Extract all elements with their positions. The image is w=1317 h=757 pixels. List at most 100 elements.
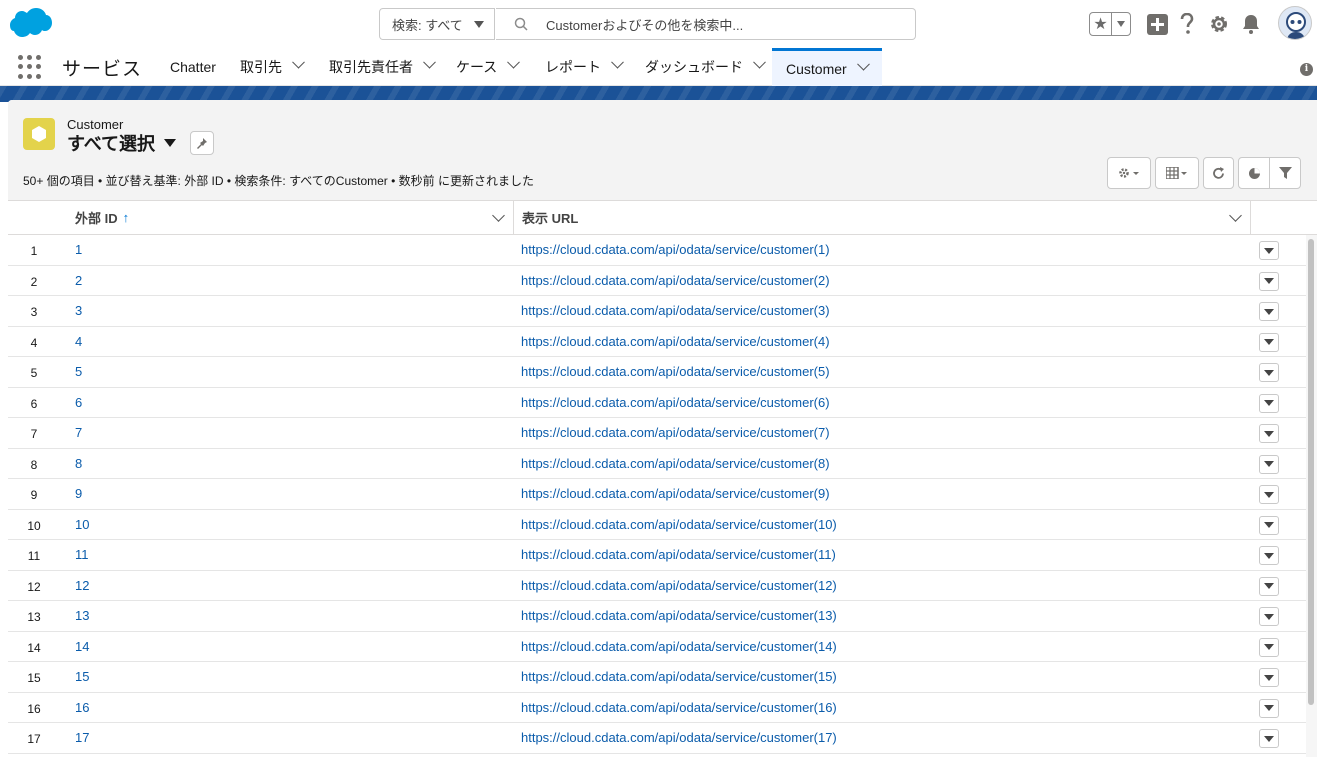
bell-icon — [1243, 15, 1259, 34]
row-actions-button[interactable] — [1259, 454, 1279, 474]
global-actions-button[interactable] — [1146, 13, 1168, 35]
display-url-link[interactable]: https://cloud.cdata.com/api/odata/servic… — [521, 547, 836, 562]
notifications-button[interactable] — [1240, 13, 1262, 35]
display-url-link[interactable]: https://cloud.cdata.com/api/odata/servic… — [521, 608, 837, 623]
external-id-link[interactable]: 11 — [75, 547, 89, 562]
search-placeholder: Customerおよびその他を検索中... — [546, 17, 744, 33]
external-id-link[interactable]: 8 — [75, 456, 82, 471]
pin-list-view-button[interactable] — [190, 131, 214, 155]
display-url-link[interactable]: https://cloud.cdata.com/api/odata/servic… — [521, 700, 837, 715]
chevron-down-icon[interactable] — [423, 55, 436, 69]
row-actions-button[interactable] — [1259, 576, 1279, 596]
chevron-down-icon[interactable] — [292, 55, 305, 69]
external-id-link[interactable]: 3 — [75, 303, 82, 318]
column-label: 表示 URL — [522, 211, 579, 226]
display-url-link[interactable]: https://cloud.cdata.com/api/odata/servic… — [521, 486, 830, 501]
tab-reports[interactable]: レポート — [545, 48, 624, 85]
favorites-menu-button[interactable] — [1112, 13, 1130, 35]
display-url-link[interactable]: https://cloud.cdata.com/api/odata/servic… — [521, 456, 830, 471]
salesforce-cloud-icon[interactable] — [10, 8, 52, 38]
display-url-link[interactable]: https://cloud.cdata.com/api/odata/servic… — [521, 242, 830, 257]
row-actions-button[interactable] — [1259, 271, 1279, 291]
display-url-link[interactable]: https://cloud.cdata.com/api/odata/servic… — [521, 730, 837, 745]
user-avatar[interactable] — [1278, 6, 1312, 40]
external-id-link[interactable]: 12 — [75, 578, 89, 593]
display-url-link[interactable]: https://cloud.cdata.com/api/odata/servic… — [521, 303, 830, 318]
chevron-down-icon[interactable] — [611, 55, 624, 69]
star-icon[interactable]: ★ — [1090, 13, 1112, 35]
display-url-link[interactable]: https://cloud.cdata.com/api/odata/servic… — [521, 639, 837, 654]
chevron-down-icon[interactable] — [507, 55, 521, 69]
display-url-link[interactable]: https://cloud.cdata.com/api/odata/servic… — [521, 517, 837, 532]
display-url-link[interactable]: https://cloud.cdata.com/api/odata/servic… — [521, 273, 830, 288]
tab-chatter[interactable]: Chatter — [170, 48, 216, 85]
row-actions-button[interactable] — [1259, 393, 1279, 413]
external-id-link[interactable]: 15 — [75, 669, 89, 684]
row-actions-button[interactable] — [1259, 546, 1279, 565]
help-button[interactable] — [1176, 13, 1198, 35]
external-id-link[interactable]: 17 — [75, 730, 89, 745]
refresh-button[interactable] — [1203, 157, 1234, 189]
row-actions-button[interactable] — [1259, 424, 1279, 443]
scrollbar-thumb[interactable] — [1308, 239, 1314, 705]
search-scope-select[interactable]: 検索: すべて — [379, 8, 495, 40]
gear-icon — [1211, 16, 1227, 32]
caret-down-icon[interactable] — [164, 139, 177, 147]
tab-label: レポート — [545, 58, 601, 75]
external-id-link[interactable]: 14 — [75, 639, 89, 654]
question-icon — [1180, 13, 1194, 34]
row-actions-button[interactable] — [1259, 729, 1279, 748]
row-actions-button[interactable] — [1259, 668, 1279, 687]
external-id-link[interactable]: 13 — [75, 608, 89, 623]
external-id-link[interactable]: 1 — [75, 242, 82, 257]
column-header-external-id[interactable]: 外部 ID ↑ — [75, 201, 513, 234]
vertical-scrollbar[interactable] — [1306, 235, 1317, 757]
row-actions-button[interactable] — [1259, 698, 1279, 718]
display-url-link[interactable]: https://cloud.cdata.com/api/odata/servic… — [521, 334, 830, 349]
favorites-button-group[interactable]: ★ — [1089, 12, 1131, 36]
chevron-down-icon[interactable] — [856, 57, 870, 71]
display-url-link[interactable]: https://cloud.cdata.com/api/odata/servic… — [521, 364, 830, 379]
external-id-link[interactable]: 7 — [75, 425, 82, 440]
chevron-down-icon[interactable] — [1229, 209, 1242, 222]
filters-button[interactable] — [1269, 157, 1301, 189]
external-id-link[interactable]: 2 — [75, 273, 82, 288]
list-settings-button[interactable] — [1107, 157, 1151, 189]
row-actions-button[interactable] — [1259, 515, 1279, 535]
display-as-button[interactable] — [1155, 157, 1199, 189]
tab-customer[interactable]: Customer — [772, 48, 882, 86]
row-actions-button[interactable] — [1259, 607, 1279, 626]
external-id-link[interactable]: 4 — [75, 334, 82, 349]
external-id-link[interactable]: 9 — [75, 486, 82, 501]
row-actions-button[interactable] — [1259, 332, 1279, 352]
waffle-icon[interactable] — [18, 55, 42, 79]
row-actions-button[interactable] — [1259, 637, 1279, 657]
info-icon[interactable]: i — [1300, 63, 1313, 76]
row-number: 15 — [27, 671, 41, 685]
charts-button[interactable] — [1238, 157, 1270, 189]
external-id-link[interactable]: 6 — [75, 395, 82, 410]
list-view-selector[interactable]: すべて選択 — [67, 130, 177, 156]
column-header-display-url[interactable]: 表示 URL — [513, 201, 1250, 234]
plus-icon — [1146, 13, 1168, 35]
row-actions-button[interactable] — [1259, 363, 1279, 382]
setup-button[interactable] — [1208, 13, 1230, 35]
row-actions-button[interactable] — [1259, 485, 1279, 504]
tab-dashboards[interactable]: ダッシュボード — [645, 48, 766, 85]
tab-cases[interactable]: ケース — [456, 48, 521, 85]
row-actions-button[interactable] — [1259, 302, 1279, 321]
display-url-link[interactable]: https://cloud.cdata.com/api/odata/servic… — [521, 395, 830, 410]
tab-accounts[interactable]: 取引先 — [240, 48, 305, 85]
global-search-input[interactable]: Customerおよびその他を検索中... — [496, 8, 916, 40]
external-id-link[interactable]: 16 — [75, 700, 89, 715]
display-url-link[interactable]: https://cloud.cdata.com/api/odata/servic… — [521, 669, 837, 684]
chevron-down-icon[interactable] — [492, 209, 505, 222]
tab-contacts[interactable]: 取引先責任者 — [329, 48, 436, 85]
table-row: 13 13 https://cloud.cdata.com/api/odata/… — [8, 601, 1308, 632]
external-id-link[interactable]: 10 — [75, 517, 89, 532]
display-url-link[interactable]: https://cloud.cdata.com/api/odata/servic… — [521, 578, 837, 593]
row-actions-button[interactable] — [1259, 241, 1279, 260]
chevron-down-icon[interactable] — [753, 55, 766, 69]
external-id-link[interactable]: 5 — [75, 364, 82, 379]
display-url-link[interactable]: https://cloud.cdata.com/api/odata/servic… — [521, 425, 830, 440]
